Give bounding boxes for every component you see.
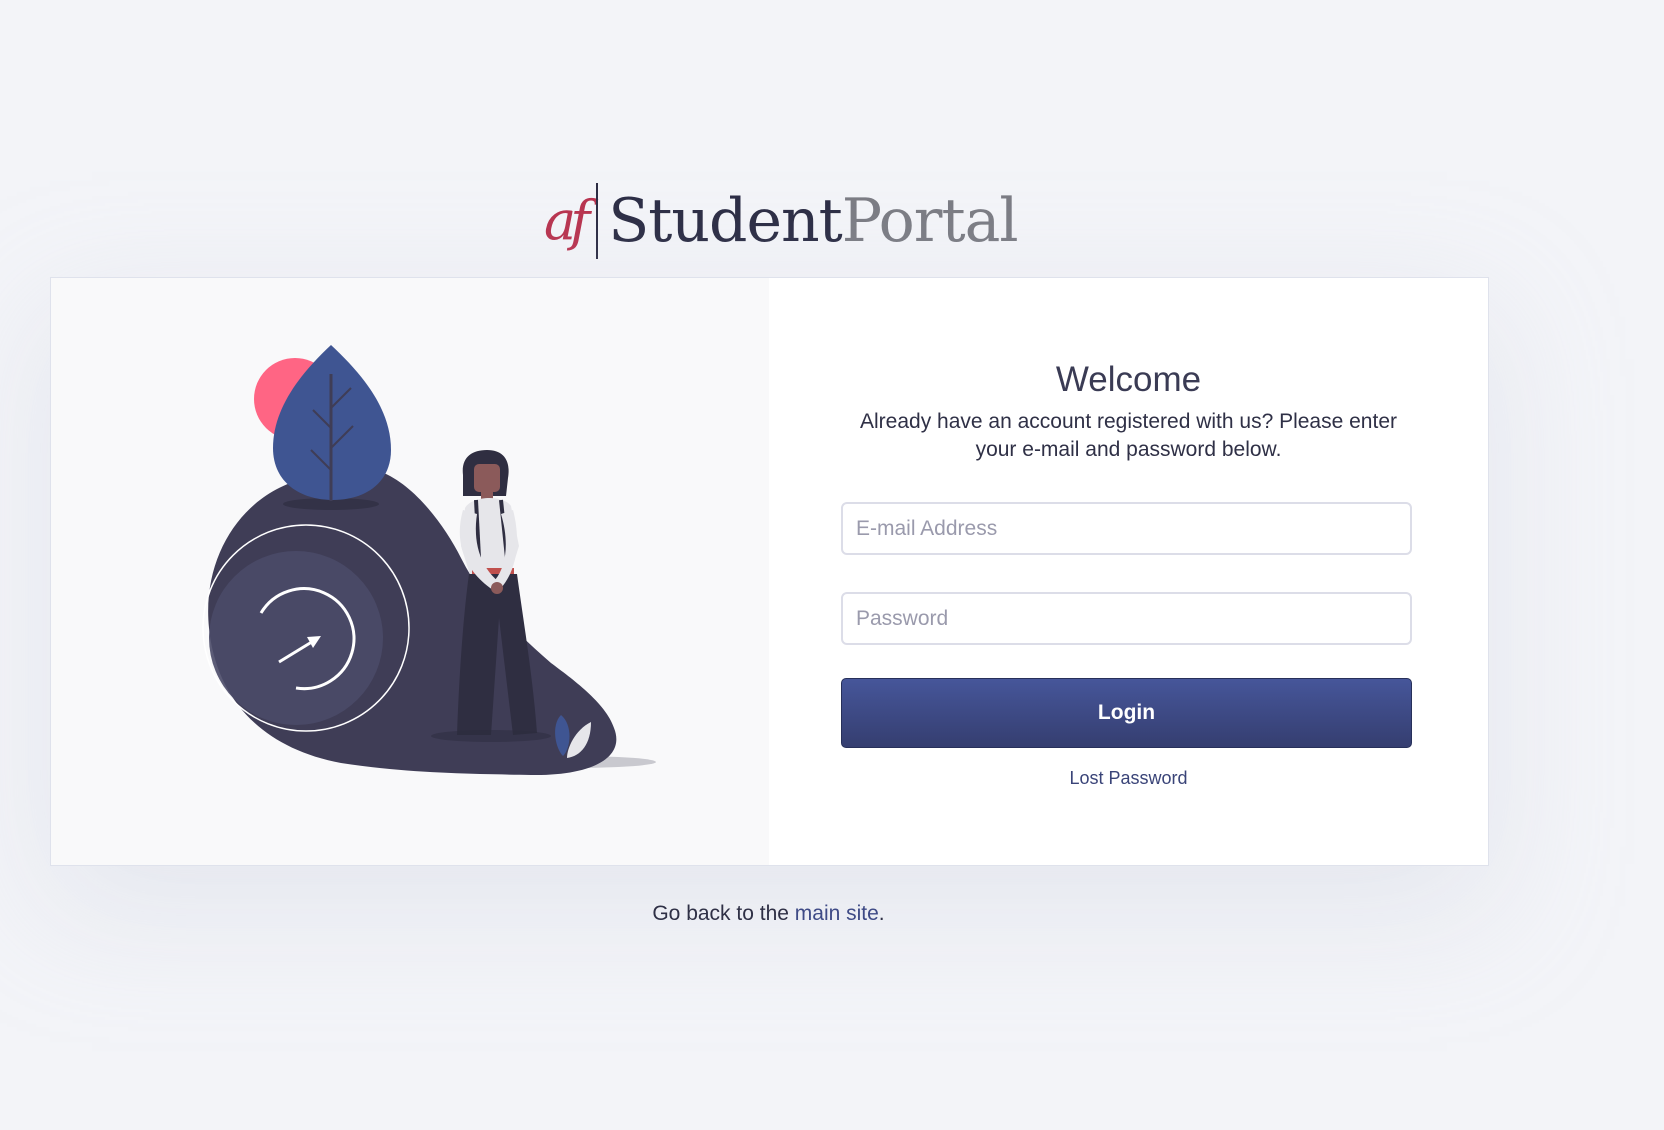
logo-word-student: Student (608, 186, 843, 256)
welcome-subtitle: Already have an account registered with … (860, 410, 1397, 461)
logo-word-portal: Portal (841, 186, 1019, 256)
password-field[interactable] (841, 592, 1412, 645)
footer-prefix: Go back to the (652, 902, 795, 925)
logo: af Student Portal (544, 178, 1019, 264)
email-field[interactable] (841, 502, 1412, 555)
lost-password-link[interactable]: Lost Password (769, 768, 1488, 789)
login-card: Welcome Already have an account register… (50, 277, 1489, 866)
footer-text: Go back to the main site. (50, 902, 1487, 926)
timer-face (209, 551, 383, 725)
illustration-icon (202, 345, 656, 776)
welcome-title: Welcome (1055, 360, 1202, 399)
login-button[interactable]: Login (841, 678, 1412, 748)
login-panel: Welcome Already have an account register… (769, 278, 1488, 865)
footer-suffix: . (878, 902, 885, 925)
login-page: af Student Portal Welcome Already have a… (0, 0, 1664, 1130)
illustration-panel (51, 278, 769, 865)
main-site-link[interactable]: main site (795, 902, 879, 925)
logo-mark: af (544, 189, 590, 252)
logo-divider (596, 183, 599, 259)
